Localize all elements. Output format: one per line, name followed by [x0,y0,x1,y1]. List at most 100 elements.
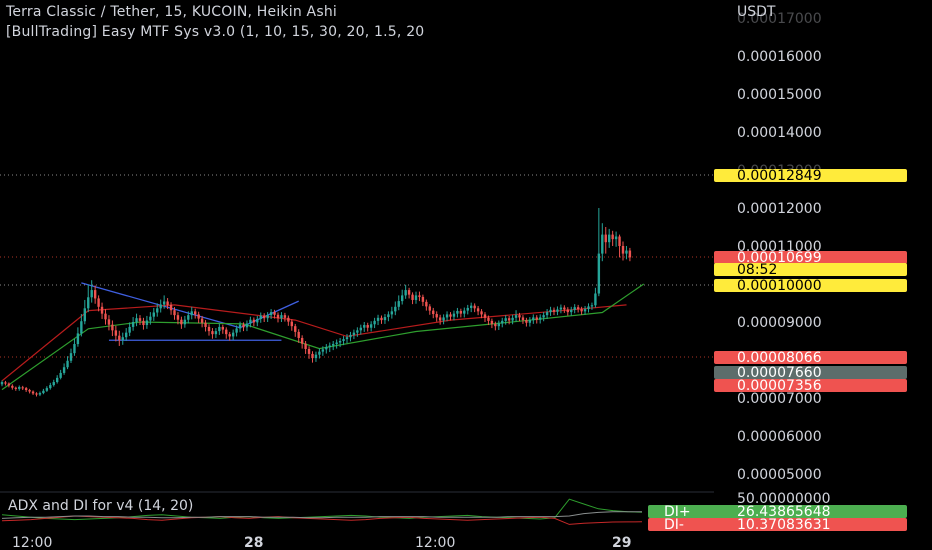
candle-body [242,324,245,328]
candle-body [80,321,83,334]
price-tag-label: 0.00008066 [737,350,822,366]
candle-body [204,322,207,327]
candle-body [176,315,180,320]
candle-body [290,321,293,327]
candle-body [235,328,238,333]
candle-body [107,319,111,325]
candle-body [507,318,511,321]
candle-body [256,318,259,323]
candle-body [528,320,532,323]
candle-body [28,390,31,392]
candle-body [218,326,221,332]
candle-body [45,388,49,391]
candle-body [83,308,86,322]
candle-body [125,332,128,338]
candle-body [418,295,421,297]
candle-body [269,312,273,316]
candle-body [338,341,342,343]
y-tick-label: 0.00006000 [737,429,822,445]
candle-body [576,307,580,310]
candle-body [38,393,42,395]
candle-body [497,323,500,327]
candle-body [249,319,252,324]
candle-body [221,326,224,330]
x-tick-label: 12:00 [415,535,455,550]
candle-body [231,332,235,337]
candle-body [21,387,24,389]
candle-body [283,315,287,318]
candle-body [111,324,114,331]
candle-body [156,308,159,313]
x-tick-label: 29 [612,535,631,550]
candle-body [90,290,93,298]
candle-body [4,382,7,384]
candle-body [214,331,218,335]
candle-body [549,309,552,313]
candle-body [294,326,297,332]
candle-body [325,347,328,350]
adx-title: ADX and DI for v4 (14, 20) [8,498,194,514]
candle-body [445,314,449,318]
candle-body [463,310,466,314]
di-tag-name: DI- [664,517,684,533]
candle-body [332,344,335,346]
time-axis[interactable]: 12:00 28 12:00 29 [12,535,631,550]
candle-body [349,334,352,338]
candle-body [376,317,380,321]
candle-body [480,311,483,315]
candle-body [387,314,390,318]
candle-body [583,309,587,312]
candle-body [166,301,169,305]
price-tag-label: 0.00010000 [737,278,822,294]
candle-body [383,317,387,321]
candle-body [442,317,445,321]
candle-body [152,312,155,317]
price-tag-label: 08:52 [737,262,777,278]
candle-body [135,318,138,322]
candle-body [542,315,545,318]
candle-body [100,306,104,314]
candle-body [621,246,625,254]
candle-body [452,313,456,317]
candle-body [470,305,473,308]
candle-body [73,344,76,354]
candle-body [145,320,149,326]
di-tag-value: 10.37083631 [737,517,831,533]
candle-body [373,320,376,325]
candle-body [428,306,431,311]
candle-body [87,297,90,309]
candle-body [501,320,504,324]
candle-body [556,309,559,312]
candle-body [42,390,45,394]
chart-stage: 0.00016000 0.00015000 0.00014000 0.00012000… [0,11,907,550]
candle-body [414,295,418,300]
candle-body [56,377,59,383]
candle-body [545,312,549,316]
y-tick-label: 0.00012000 [737,201,822,217]
candle-body [31,391,35,394]
candle-body [11,385,14,388]
candle-body [183,319,187,325]
candle-body [149,316,152,321]
candle-body [187,315,190,320]
candle-body [93,290,97,299]
candle-body [49,385,52,389]
candle-body [456,310,459,314]
candle-body [573,307,576,310]
candle-body [532,317,535,321]
candle-body [200,318,204,323]
candle-body [449,314,452,317]
candle-body [397,301,400,307]
candle-body [363,325,366,328]
candle-body [252,319,256,323]
candle-body [142,320,145,326]
price-axis[interactable]: 0.00016000 0.00015000 0.00014000 0.00012000… [737,11,822,483]
candle-body [535,317,538,320]
candlesticks [0,208,632,397]
y-tick-label: 0.00016000 [737,49,822,65]
candle-body [24,388,28,391]
candle-body [359,327,362,331]
x-tick-label: 12:00 [12,535,52,550]
adx-series-line [1,515,643,525]
candle-body [194,311,197,315]
